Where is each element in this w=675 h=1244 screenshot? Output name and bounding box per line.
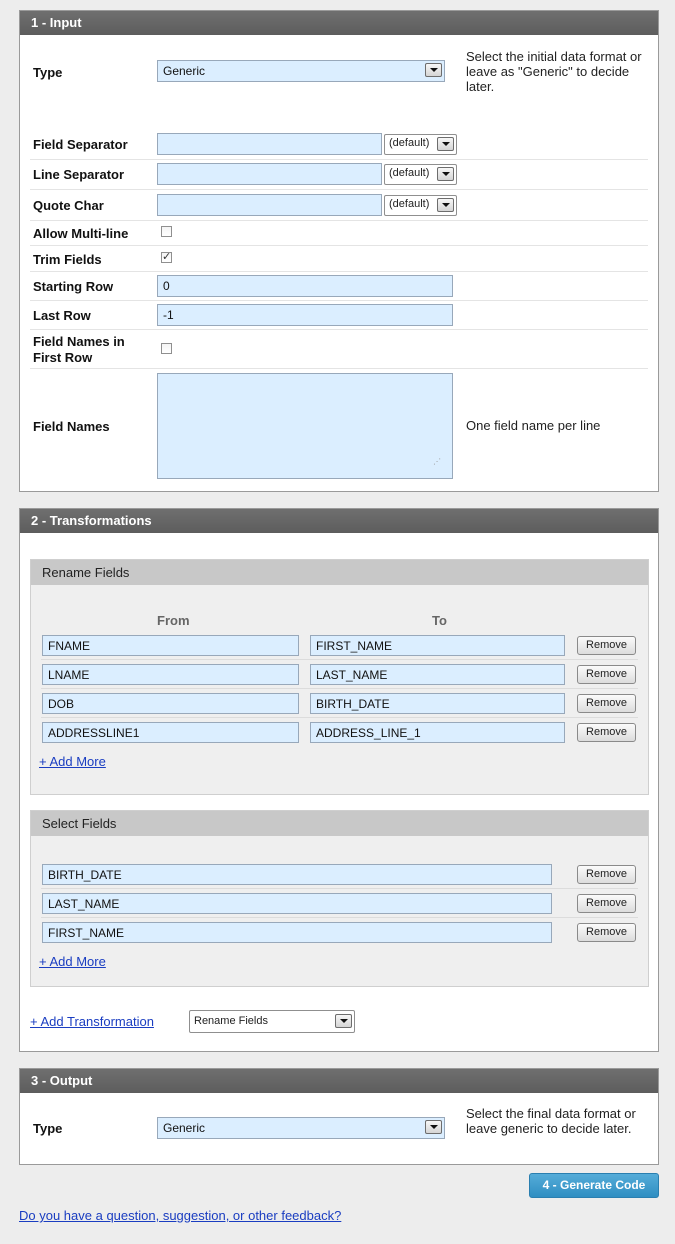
select-add-more-link[interactable]: + Add More (39, 954, 106, 969)
quote-char-select[interactable]: (default) (384, 195, 457, 216)
output-type-value: Generic (163, 1121, 206, 1135)
input-type-value: Generic (163, 64, 206, 78)
rename-from-input[interactable] (42, 635, 299, 656)
chevron-down-icon (437, 198, 454, 212)
field-separator-input[interactable] (157, 133, 382, 155)
field-names-first-row-label: Field Names in First Row (33, 334, 125, 365)
last-row-label: Last Row (33, 308, 91, 323)
divider (30, 245, 648, 246)
chevron-down-icon (437, 137, 454, 151)
check-icon: ✓ (162, 251, 172, 263)
quote-char-option: (default) (389, 198, 430, 210)
remove-button[interactable]: Remove (577, 865, 636, 884)
rename-to-input[interactable] (310, 722, 565, 743)
divider (41, 888, 638, 889)
divider (41, 717, 638, 718)
to-column-header: To (432, 613, 447, 628)
output-panel: 3 - Output Type Generic Select the final… (19, 1068, 659, 1165)
remove-button[interactable]: Remove (577, 894, 636, 913)
divider (30, 271, 648, 272)
transformations-panel: 2 - Transformations Rename Fields From T… (19, 508, 659, 1052)
rename-to-input[interactable] (310, 635, 565, 656)
select-field-input[interactable] (42, 893, 552, 914)
divider (41, 659, 638, 660)
input-type-help: Select the initial data format or leave … (466, 49, 642, 94)
select-field-input[interactable] (42, 922, 552, 943)
divider (41, 917, 638, 918)
transformation-type-select[interactable]: Rename Fields (189, 1010, 355, 1033)
generate-code-button[interactable]: 4 - Generate Code (529, 1173, 659, 1198)
divider (30, 300, 648, 301)
input-type-label: Type (33, 65, 63, 80)
chevron-down-icon (335, 1014, 352, 1028)
chevron-down-icon (425, 63, 442, 77)
allow-multiline-checkbox[interactable] (161, 226, 172, 237)
output-type-select[interactable]: Generic (157, 1117, 445, 1139)
allow-multiline-label: Allow Multi-line (33, 226, 129, 241)
rename-fields-title: Rename Fields (31, 560, 648, 585)
output-panel-title: 3 - Output (20, 1069, 658, 1093)
line-separator-select[interactable]: (default) (384, 164, 457, 185)
remove-button[interactable]: Remove (577, 636, 636, 655)
divider (30, 220, 648, 221)
rename-to-input[interactable] (310, 664, 565, 685)
rename-from-input[interactable] (42, 722, 299, 743)
field-names-textarea[interactable] (157, 373, 453, 479)
transformations-panel-title: 2 - Transformations (20, 509, 658, 533)
output-type-help: Select the final data format or leave ge… (466, 1106, 636, 1136)
field-separator-option: (default) (389, 137, 430, 149)
line-separator-input[interactable] (157, 163, 382, 185)
quote-char-label: Quote Char (33, 198, 104, 213)
input-panel: 1 - Input Type Generic Select the initia… (19, 10, 659, 492)
line-separator-option: (default) (389, 167, 430, 179)
divider (30, 159, 648, 160)
from-column-header: From (157, 613, 190, 628)
rename-fields-box: Rename Fields From To Remove Remove Remo… (30, 559, 649, 795)
starting-row-input[interactable] (157, 275, 453, 297)
rename-from-input[interactable] (42, 693, 299, 714)
select-field-input[interactable] (42, 864, 552, 885)
chevron-down-icon (425, 1120, 442, 1134)
field-names-help: One field name per line (466, 418, 601, 433)
output-type-label: Type (33, 1121, 63, 1136)
chevron-down-icon (437, 167, 454, 181)
divider (41, 688, 638, 689)
select-fields-box: Select Fields Remove Remove Remove + Add… (30, 810, 649, 987)
last-row-input[interactable] (157, 304, 453, 326)
add-transformation-link[interactable]: + Add Transformation (30, 1014, 154, 1029)
rename-from-input[interactable] (42, 664, 299, 685)
transformation-type-value: Rename Fields (194, 1015, 268, 1027)
input-type-select[interactable]: Generic (157, 60, 445, 82)
remove-button[interactable]: Remove (577, 665, 636, 684)
remove-button[interactable]: Remove (577, 723, 636, 742)
trim-fields-checkbox[interactable]: ✓ (161, 252, 172, 263)
line-separator-label: Line Separator (33, 167, 125, 182)
remove-button[interactable]: Remove (577, 923, 636, 942)
divider (30, 329, 648, 330)
input-panel-title: 1 - Input (20, 11, 658, 35)
starting-row-label: Starting Row (33, 279, 114, 294)
field-separator-label: Field Separator (33, 137, 128, 152)
divider (30, 189, 648, 190)
select-fields-title: Select Fields (31, 811, 648, 836)
field-separator-select[interactable]: (default) (384, 134, 457, 155)
field-names-first-row-checkbox[interactable] (161, 343, 172, 354)
trim-fields-label: Trim Fields (33, 252, 102, 267)
remove-button[interactable]: Remove (577, 694, 636, 713)
quote-char-input[interactable] (157, 194, 382, 216)
field-names-label: Field Names (33, 419, 110, 434)
rename-to-input[interactable] (310, 693, 565, 714)
divider (30, 368, 648, 369)
feedback-link[interactable]: Do you have a question, suggestion, or o… (19, 1208, 341, 1223)
rename-add-more-link[interactable]: + Add More (39, 754, 106, 769)
resize-handle-icon[interactable]: ⋰ (433, 458, 441, 466)
